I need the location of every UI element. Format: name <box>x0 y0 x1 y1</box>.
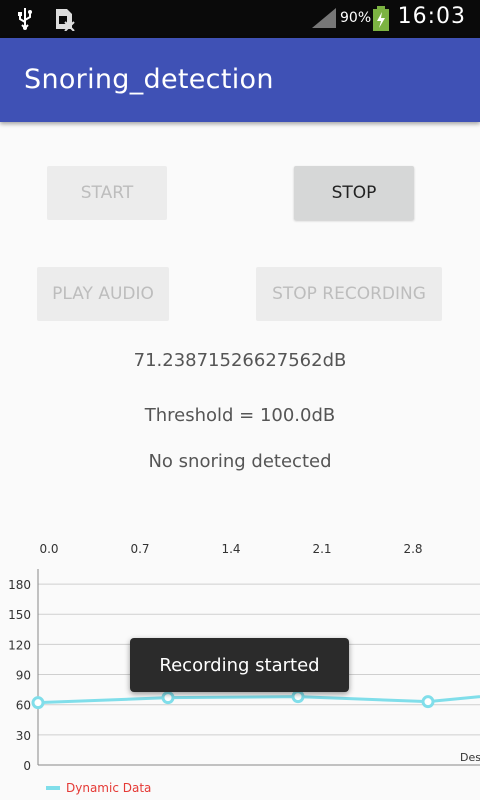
y-tick-label: 60 <box>16 699 31 713</box>
snoring-status-text: No snoring detected <box>148 451 332 472</box>
data-point <box>421 695 435 709</box>
status-bar: 90% 16:03 <box>0 0 480 38</box>
legend-swatch <box>46 786 60 790</box>
toast: Recording started <box>130 638 349 692</box>
x-tick-label: 1.4 <box>221 542 240 556</box>
sound-level-text: 71.23871526627562dB <box>133 350 347 371</box>
y-tick-label: 0 <box>23 759 31 773</box>
y-tick-label: 120 <box>8 638 31 652</box>
series-line <box>37 695 480 705</box>
x-tick-label: 2.1 <box>312 542 331 556</box>
battery-percent: 90% <box>340 10 372 26</box>
stop-recording-button[interactable]: STOP RECORDING <box>256 267 442 321</box>
stop-button[interactable]: STOP <box>294 166 414 220</box>
signal-icon <box>310 6 338 34</box>
app-title: Snoring_detection <box>24 64 274 95</box>
x-tick-label: 2.8 <box>403 542 422 556</box>
play-audio-button[interactable]: PLAY AUDIO <box>37 267 169 321</box>
sim-icon <box>54 7 76 35</box>
chart-legend: Dynamic Data <box>46 781 151 795</box>
x-tick-label: 0.7 <box>130 542 149 556</box>
data-point <box>291 690 305 704</box>
start-button[interactable]: START <box>47 166 167 220</box>
x-tick-label: 0.0 <box>39 542 58 556</box>
y-tick-label: 30 <box>16 729 31 743</box>
x-axis-label: Des <box>460 751 480 764</box>
data-point <box>161 691 175 705</box>
app-bar: Snoring_detection <box>0 38 480 122</box>
legend-label: Dynamic Data <box>66 781 152 795</box>
threshold-text: Threshold = 100.0dB <box>144 405 336 426</box>
usb-icon <box>16 7 34 35</box>
y-tick-label: 180 <box>8 578 31 592</box>
battery-charging-icon <box>372 6 390 36</box>
y-tick-label: 150 <box>8 608 31 622</box>
clock: 16:03 <box>397 4 466 29</box>
data-point <box>31 696 45 710</box>
y-tick-label: 90 <box>16 669 31 683</box>
